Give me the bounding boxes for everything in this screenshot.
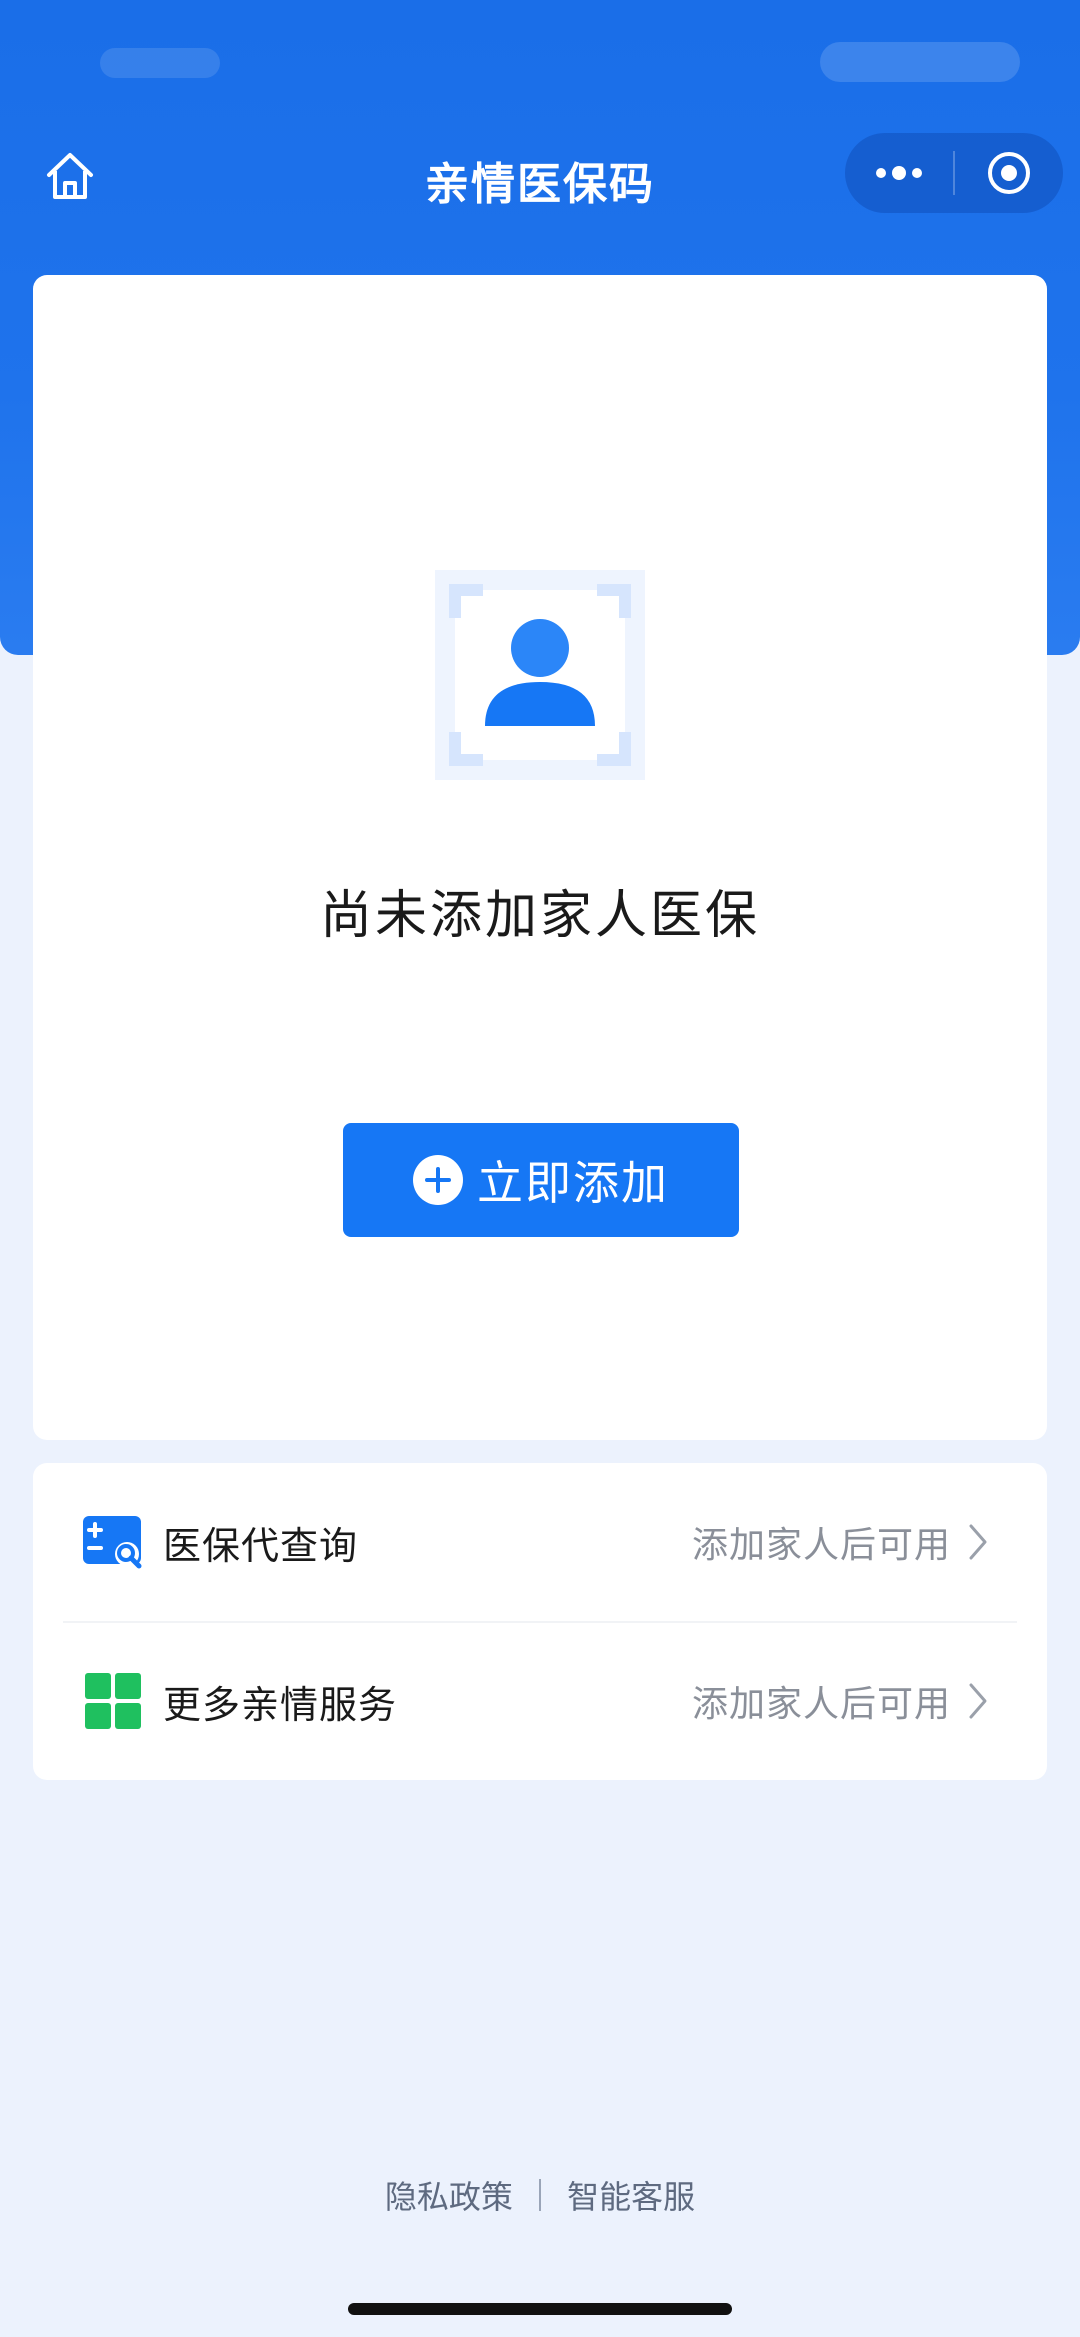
footer-links: 隐私政策 智能客服	[0, 2172, 1080, 2218]
footer-divider	[539, 2179, 541, 2211]
privacy-policy-link[interactable]: 隐私政策	[385, 2178, 513, 2216]
service-row-insurance-query[interactable]: 医保代查询 添加家人后可用	[33, 1463, 1047, 1621]
empty-family-card: 尚未添加家人医保 立即添加	[33, 275, 1047, 1440]
service-title: 医保代查询	[163, 1523, 359, 1568]
grid-apps-icon	[85, 1673, 141, 1729]
chevron-right-icon	[969, 1524, 987, 1560]
add-family-button[interactable]: 立即添加	[343, 1123, 739, 1237]
mini-program-capsule	[845, 133, 1063, 213]
empty-state-text: 尚未添加家人医保	[319, 886, 760, 946]
service-title: 更多亲情服务	[163, 1682, 398, 1727]
close-button[interactable]	[955, 133, 1063, 213]
more-button[interactable]	[845, 133, 953, 213]
add-family-label: 立即添加	[477, 1156, 669, 1210]
service-row-more-family[interactable]: 更多亲情服务 添加家人后可用	[33, 1622, 1047, 1780]
service-hint: 添加家人后可用	[691, 1525, 951, 1566]
home-indicator	[348, 2303, 732, 2315]
service-list: 医保代查询 添加家人后可用 更多亲情服务 添加家人后可用	[33, 1463, 1047, 1780]
status-bar	[0, 0, 1080, 130]
insurance-query-icon	[83, 1516, 142, 1569]
more-icon	[876, 166, 922, 180]
status-icons	[820, 42, 1020, 82]
customer-service-link[interactable]: 智能客服	[567, 2178, 695, 2216]
chevron-right-icon	[969, 1683, 987, 1719]
person-scan-icon	[435, 570, 645, 780]
nav-bar: 亲情医保码	[0, 130, 1080, 220]
status-time	[100, 48, 220, 78]
close-target-icon	[988, 152, 1030, 194]
plus-circle-icon	[413, 1155, 463, 1205]
service-hint: 添加家人后可用	[691, 1684, 951, 1725]
